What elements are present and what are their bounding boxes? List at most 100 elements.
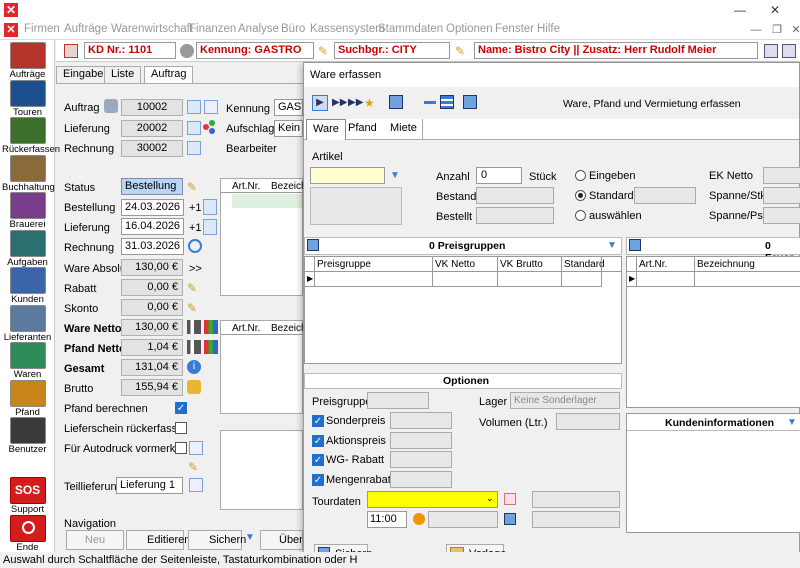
artikel-input[interactable] [310,167,385,184]
search-icon[interactable] [187,100,201,114]
sidebar-item-pfand[interactable]: Pfand [2,379,53,418]
sidebar-item-rueckerfassen[interactable]: Rückerfassen [2,117,60,155]
grid-icon[interactable] [189,441,203,455]
pencil-icon[interactable]: ✎ [188,460,202,474]
wg-rabatt-checkbox[interactable]: ✓ [312,454,324,466]
maximize-button[interactable] [730,0,760,20]
pencil-icon[interactable]: ✎ [187,281,201,295]
window-icon[interactable] [782,44,796,58]
aufschlag-select[interactable]: Kein Au [274,120,303,137]
sidebar-item-auftraege[interactable]: Aufträge [2,42,53,80]
info-icon[interactable]: i [187,360,201,374]
list-view-icon[interactable] [440,95,454,109]
menu-hilfe[interactable]: Hilfe [537,23,560,35]
menu-finanzen[interactable]: Finanzen [189,23,236,35]
menu-stammdaten[interactable]: Stammdaten [378,23,443,35]
play-icon[interactable]: ▶ [312,95,328,111]
end-button[interactable]: Ende [2,515,53,553]
menu-firmen[interactable]: Firmen [24,23,60,35]
rechnung-date[interactable]: 31.03.2026 [121,238,184,255]
new-button[interactable]: Neu [66,530,124,550]
sidebar-item-benutzer[interactable]: Benutzer [2,417,53,455]
pencil-icon[interactable]: ✎ [455,44,469,58]
tab-eingabe[interactable]: Eingabe [56,66,111,83]
aktionspreis-checkbox[interactable]: ✓ [312,434,324,447]
chevron-down-icon[interactable]: ▼ [787,417,797,428]
chevron-down-icon[interactable]: ⌄ [486,493,494,504]
favoriten-grid[interactable]: Art.Nr. Bezeichnung ▶ [626,256,800,408]
radio-eingeben[interactable] [575,170,586,181]
refresh-icon[interactable] [188,239,202,253]
mengenrabatt-checkbox[interactable]: ✓ [312,473,324,486]
gear-icon[interactable] [180,44,194,58]
minus-icon[interactable] [424,101,436,104]
menu-kassensystem[interactable]: Kassensystem [310,23,385,35]
edit-button[interactable]: Editieren [126,530,190,550]
sidebar-item-aufgaben[interactable]: Aufgaben [2,229,53,268]
plus-one[interactable]: +1 [189,202,202,214]
pencil-icon[interactable]: ✎ [187,180,201,194]
save-icon[interactable] [389,95,403,109]
lager-select[interactable]: Keine Sonderlager [510,392,620,409]
pfand-grid[interactable]: Art.Nr. Bezeich [220,320,307,414]
time-input[interactable]: 11:00 [367,511,407,528]
expand-arrows[interactable]: >> [189,263,202,275]
tab-liste[interactable]: Liste [104,66,142,83]
articles-grid[interactable]: Art.Nr. Bezeich [220,178,307,296]
sidebar-item-buchhaltung[interactable]: Buchhaltung [2,154,55,193]
calendar-button[interactable] [203,219,217,235]
plus-one[interactable]: +1 [189,222,202,234]
menu-buero[interactable]: Büro [281,23,305,35]
tab-auftrag[interactable]: Auftrag [144,66,194,83]
save-icon[interactable] [504,513,516,525]
sidebar-item-kunden[interactable]: Kunden [2,267,53,305]
tourdaten-select[interactable] [367,491,498,508]
close-button[interactable]: ✕ [760,0,790,20]
list-icon[interactable] [764,44,778,58]
chevron-down-icon[interactable]: ▼ [245,532,257,546]
anzahl-input[interactable]: 0 [476,167,522,184]
menu-analyse[interactable]: Analyse [238,23,279,35]
sidebar-item-lieferanten[interactable]: Lieferanten [2,304,53,343]
save-button[interactable]: Sichern [188,530,246,550]
overview-button[interactable]: Übersi [260,530,303,550]
search-icon[interactable] [187,141,201,155]
chevron-down-icon[interactable]: ▼ [390,170,400,181]
status-field[interactable]: Bestellung [121,178,183,195]
tab-ware[interactable]: Ware [306,119,346,140]
calendar-button[interactable] [203,199,217,215]
lieferschein-checkbox[interactable] [175,422,187,434]
sonderpreis-checkbox[interactable]: ✓ [312,415,324,427]
tab-miete[interactable]: Miete [390,122,417,134]
tab-pfand[interactable]: Pfand [348,122,377,134]
save-icon[interactable] [463,95,477,109]
sidebar-item-waren[interactable]: Waren [2,342,53,380]
thumbs-up-icon[interactable] [187,380,201,394]
forward-icon[interactable]: ▶▶ [332,95,347,111]
bar-chart-icon[interactable] [204,340,218,354]
grid-icon[interactable] [189,478,203,492]
radio-standard[interactable] [575,190,586,201]
grid-icon[interactable] [204,100,218,114]
star-icon[interactable]: ★ [364,95,378,111]
pencil-icon[interactable]: ✎ [187,301,201,315]
menu-fenster[interactable]: Fenster [495,23,534,35]
scale-icon[interactable] [187,320,201,334]
support-button[interactable]: SOS Support [2,477,53,515]
menu-auftraege[interactable]: Aufträge [64,23,107,35]
radio-auswaehlen[interactable] [575,210,586,221]
clock-icon[interactable] [413,513,425,525]
bestellung-date[interactable]: 24.03.2026 [121,199,184,216]
sidebar-item-touren[interactable]: Touren [2,79,53,118]
menu-optionen[interactable]: Optionen [446,23,493,35]
kennung-select[interactable]: GASTR [274,99,303,116]
search-icon[interactable] [187,121,201,135]
mdi-close-button[interactable]: ✕ [784,21,800,39]
lieferung-date[interactable]: 16.04.2026 [121,218,184,235]
chevron-down-icon[interactable]: ▼ [607,240,617,251]
pencil-icon[interactable]: ✎ [318,44,332,58]
teillieferung-select[interactable]: Lieferung 1 [116,477,183,494]
scale-icon[interactable] [187,340,201,354]
fast-forward-icon[interactable]: ▶▶ [348,95,363,111]
pfand-berechnen-checkbox[interactable]: ✓ [175,402,187,414]
